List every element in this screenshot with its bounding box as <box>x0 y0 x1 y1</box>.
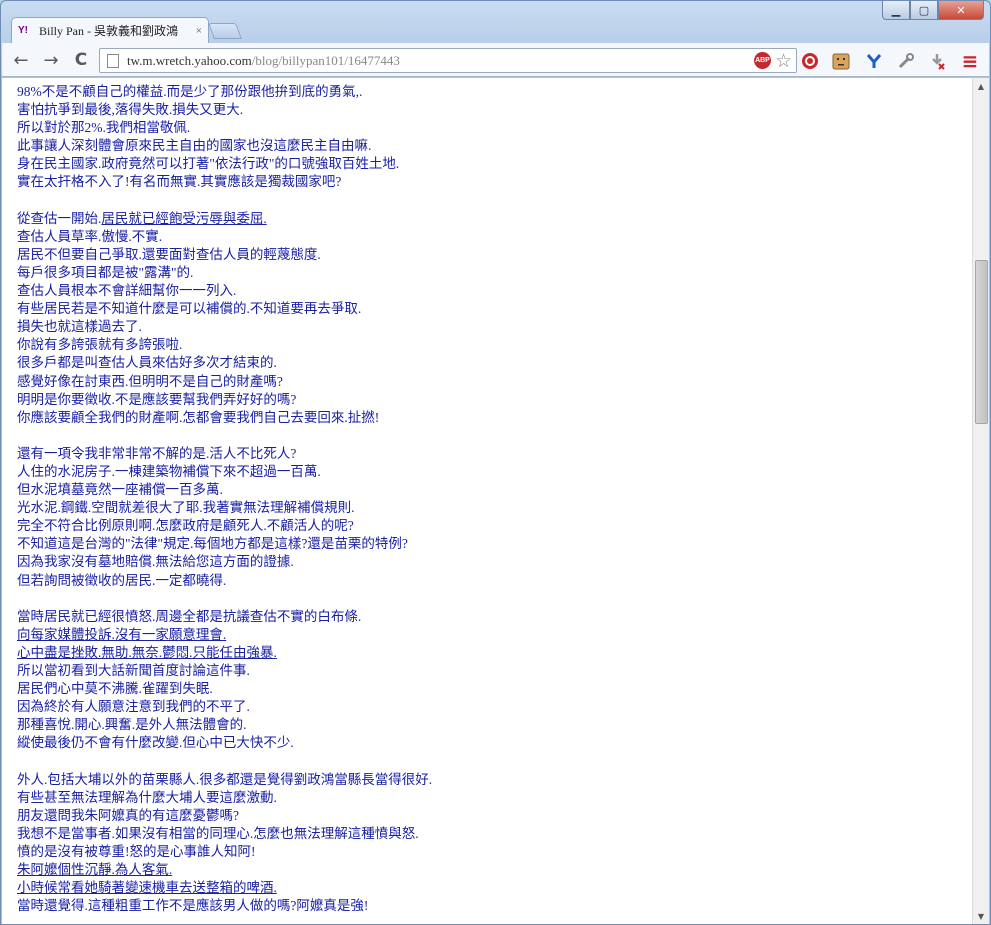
article-line: 那種喜悅.開心.興奮.是外人無法體會的. <box>17 717 247 733</box>
article-line: 每戶很多項目都是被"露溝"的. <box>17 264 194 280</box>
article-line: 因為終於有人願意注意到我們的不平了. <box>17 699 250 715</box>
article-line: 但水泥墳墓竟然一座補償一百多萬. <box>17 482 223 498</box>
article-line: 心中盡是挫敗.無助.無奈.鬱悶.只能任由強暴. <box>17 644 277 660</box>
browser-toolbar: ← → C tw.m.wretch.yahoo.com/blog/billypa… <box>2 43 989 77</box>
scroll-down-icon[interactable]: ▼ <box>973 908 989 924</box>
article-line: 人住的水泥房子.一棟建築物補償下來不超過一百萬. <box>17 463 321 479</box>
close-icon[interactable]: ✕ <box>938 1 984 20</box>
download-extension-icon[interactable] <box>927 51 947 71</box>
face-extension-icon[interactable] <box>831 51 851 71</box>
scroll-up-icon[interactable]: ▲ <box>973 78 989 94</box>
adblock-icon[interactable]: ABP <box>753 52 771 69</box>
article-line: 向每家媒體投訴.沒有一家願意理會. <box>17 626 227 642</box>
article-line <box>17 752 972 770</box>
article-line: 光水泥.鋼鐵.空間就差很大了耶.我著實無法理解補償規則. <box>17 500 355 516</box>
article-line: 朋友還問我朱阿嬤真的有這麼憂鬱嗎? <box>17 807 239 823</box>
article-line: 98%不是不顧自己的權益.而是少了那份跟他拚到底的勇氣,. <box>17 84 363 99</box>
url-host: tw.m.wretch.yahoo.com <box>127 52 252 68</box>
article-line <box>17 192 972 210</box>
article-line: 居民們心中莫不沸騰.雀躍到失眠. <box>17 681 213 697</box>
url-path: /blog/billypan101/16477443 <box>251 52 400 68</box>
article-line: 害怕抗爭到最後,落得失敗.損失又更大. <box>17 102 244 118</box>
article-line: 憤的是沒有被尊重!怒的是心事誰人知阿! <box>17 843 256 859</box>
minimize-icon[interactable]: ▁ <box>882 1 910 20</box>
article-line: 不知道這是台灣的"法律"規定.每個地方都是這樣?還是苗栗的特例? <box>17 536 408 552</box>
article-line: 很多戶都是叫查估人員來估好多次才結束的. <box>17 355 277 371</box>
page-content: 98%不是不顧自己的權益.而是少了那份跟他拚到底的勇氣,. 害怕抗爭到最後,落得失… <box>2 78 972 924</box>
y-extension-icon[interactable] <box>864 51 884 71</box>
menu-icon[interactable]: ≡ <box>960 49 980 73</box>
article-line <box>17 427 972 445</box>
article-line: 明明是你要徵收.不是應該要幫我們弄好好的嗎? <box>17 391 297 407</box>
article-line: 完全不符合比例原則啊.怎麼政府是顧死人.不顧活人的呢? <box>17 518 354 534</box>
scrollbar-thumb[interactable] <box>975 260 988 424</box>
article-line: 此事讓人深刻體會原來民主自由的國家也沒這麼民主自由嘛. <box>17 138 372 154</box>
article-line: 實在太扞格不入了!有名而無實.其實應該是獨裁國家吧? <box>17 174 342 190</box>
article-line: 外人.包括大埔以外的苗栗縣人.很多都還是覺得劉政鴻當縣長當得很好. <box>17 771 433 787</box>
tab-title: Billy Pan - 吳敦義和劉政鴻 <box>39 24 179 38</box>
article-line: 因為我家沒有墓地賠償.無法給您這方面的證據. <box>17 554 294 570</box>
article-line: 你說有多誇張就有多誇張啦. <box>17 337 183 353</box>
article-line: 小時候常看她騎著變速機車去送整箱的啤酒. <box>17 880 277 896</box>
stop-extension-icon[interactable] <box>800 51 820 71</box>
window-controls: ▁ ▢ ✕ <box>882 1 984 20</box>
yahoo-favicon-icon: Y! <box>18 25 28 36</box>
article-line: 所以對於那2%.我們相當敬佩. <box>17 120 191 136</box>
article-line: 但若詢問被徵收的居民.一定都曉得. <box>17 572 227 588</box>
maximize-icon[interactable]: ▢ <box>910 1 938 20</box>
url-text[interactable]: tw.m.wretch.yahoo.com/blog/billypan101/1… <box>127 53 754 69</box>
article-line: 當時還覺得.這種粗重工作不是應該男人做的嗎?阿嬤真是強! <box>17 898 369 914</box>
tab-close-icon[interactable]: × <box>196 25 202 37</box>
browser-window: ▁ ▢ ✕ Y! Billy Pan - 吳敦義和劉政鴻 × ← → C tw.… <box>0 0 991 925</box>
article-line <box>17 590 972 608</box>
article-line: 所以當初看到大話新聞首度討論這件事. <box>17 663 250 678</box>
article-line: 還有一項令我非常非常不解的是.活人不比死人? <box>17 445 297 461</box>
back-button[interactable]: ← <box>10 50 32 71</box>
address-bar[interactable]: tw.m.wretch.yahoo.com/blog/billypan101/1… <box>99 48 797 73</box>
page-icon <box>107 53 119 68</box>
article-line: 損失也就這樣過去了. <box>17 319 142 335</box>
bookmark-star-icon[interactable]: ☆ <box>775 50 792 72</box>
vertical-scrollbar[interactable]: ▲ ▼ <box>972 78 989 924</box>
article-line: 查估人員根本不會詳細幫你一一列入. <box>17 283 237 299</box>
forward-button[interactable]: → <box>40 50 62 71</box>
article-line: 縱使最後仍不會有什麼改變.但心中已大快不少. <box>17 735 294 751</box>
blog-article: 98%不是不顧自己的權益.而是少了那份跟他拚到底的勇氣,. 害怕抗爭到最後,落得失… <box>2 78 972 915</box>
new-tab-button[interactable] <box>208 23 242 39</box>
article-line: 有些居民若是不知道什麼是可以補償的.不知道要再去爭取. <box>17 301 362 317</box>
article-line: 當時居民就已經很憤怒.周邊全都是抗議查估不實的白布條. <box>17 608 362 624</box>
browser-tab[interactable]: Y! Billy Pan - 吳敦義和劉政鴻 × <box>11 17 209 43</box>
wrench-extension-icon[interactable] <box>896 51 916 71</box>
article-line: 朱阿嬤個性沉靜.為人客氣. <box>17 862 173 878</box>
article-line: 你應該要顧全我們的財產啊.怎都會要我們自己去要回來.扯撚! <box>17 409 380 425</box>
article-line: 感覺好像在討東西.但明明不是自己的財產嗎? <box>17 373 283 389</box>
article-line: 有些甚至無法理解為什麼大埔人要這麼激動. <box>17 789 277 805</box>
article-line: 從查估一開始.居民就已經飽受污辱與委屈. <box>17 210 267 226</box>
article-line: 居民不但要自己爭取.還要面對查估人員的輕蔑態度. <box>17 246 321 262</box>
article-line: 查估人員草率.傲慢.不實. <box>17 228 163 244</box>
article-line: 我想不是當事者.如果沒有相當的同理心.怎麼也無法理解這種憤與怒. <box>17 825 419 841</box>
reload-button[interactable]: C <box>70 50 92 70</box>
article-line: 身在民主國家.政府竟然可以打著"依法行政"的口號強取百姓土地. <box>17 156 400 172</box>
